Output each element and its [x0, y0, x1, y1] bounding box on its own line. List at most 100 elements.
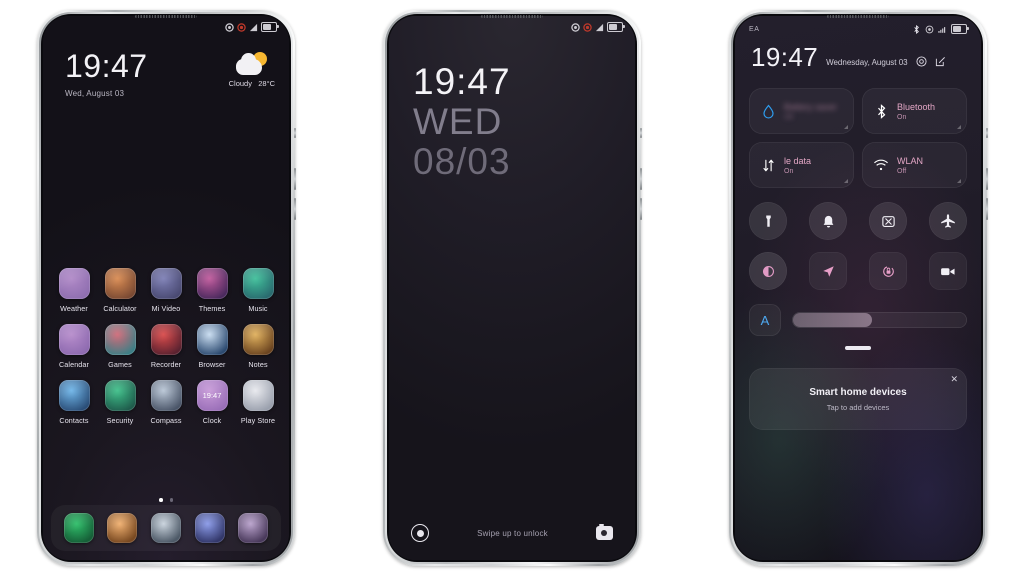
- app-label: Games: [108, 360, 132, 369]
- app-mi-video[interactable]: Mi Video: [145, 268, 187, 313]
- weather-widget[interactable]: Cloudy 28°C: [229, 52, 275, 88]
- app-notes[interactable]: Notes: [237, 324, 279, 369]
- signal-icon: [595, 23, 604, 31]
- drag-handle[interactable]: [845, 346, 871, 350]
- page-dot[interactable]: [159, 498, 163, 502]
- app-browser[interactable]: Browser: [191, 324, 233, 369]
- phone3-earpiece: [827, 15, 889, 18]
- cc-time: 19:47: [751, 42, 819, 72]
- smart-home-card[interactable]: ✕ Smart home devices Tap to add devices: [749, 368, 967, 430]
- app-calculator[interactable]: Calculator: [99, 268, 141, 313]
- phone1-button-2[interactable]: [294, 168, 296, 190]
- app-label: Calculator: [103, 304, 137, 313]
- home-clock-time: 19:47: [65, 48, 148, 84]
- playstore-icon: [242, 380, 274, 411]
- camera-icon[interactable]: [238, 513, 269, 543]
- contacts-icon: [58, 380, 90, 411]
- bell-icon[interactable]: [809, 202, 847, 240]
- phone3-button-2[interactable]: [986, 168, 988, 190]
- tile-name: le data: [784, 155, 812, 166]
- wifi-icon: [873, 158, 889, 172]
- rotation-lock-icon[interactable]: [869, 252, 907, 290]
- app-label: Music: [248, 304, 268, 313]
- screen-record-icon[interactable]: [929, 252, 967, 290]
- home-screen-wallpaper: 19:47 Wed, August 03 Cloudy 28°C Weather…: [43, 16, 289, 560]
- home-clock-date: Wed, August 03: [65, 89, 125, 98]
- tile-bluetooth[interactable]: Bluetooth On: [862, 88, 967, 134]
- lock-date: 08/03: [413, 141, 511, 182]
- messages-icon[interactable]: [194, 513, 225, 543]
- tile-name: Bluetooth: [897, 101, 936, 112]
- edit-icon[interactable]: [935, 56, 946, 67]
- page-dot[interactable]: [169, 498, 173, 502]
- phone2-button-3[interactable]: [640, 198, 642, 220]
- partly-cloudy-icon: [235, 52, 269, 76]
- mobile-data-icon: [760, 158, 776, 173]
- settings-icon[interactable]: [916, 56, 927, 67]
- cast-icon[interactable]: [869, 202, 907, 240]
- app-recorder[interactable]: Recorder: [145, 324, 187, 369]
- tile-expand-corner[interactable]: [957, 125, 961, 129]
- tile-le-data[interactable]: le data On: [749, 142, 854, 188]
- weather-condition: Cloudy: [228, 79, 252, 88]
- tile-expand-corner[interactable]: [844, 125, 848, 129]
- phone1-earpiece: [135, 15, 197, 18]
- app-compass[interactable]: Compass: [145, 380, 187, 425]
- phone-control-center: EA 19:47 Wednesday, August 03 Battery sa…: [729, 10, 988, 566]
- quick-toggle-icons: [749, 202, 967, 302]
- recorder-icon: [150, 324, 182, 355]
- tile-status: On: [897, 113, 907, 121]
- notes-icon: [242, 324, 274, 355]
- app-security[interactable]: Security: [99, 380, 141, 425]
- phone3-button-1[interactable]: [986, 128, 988, 138]
- app-games[interactable]: Games: [99, 324, 141, 369]
- app-label: Contacts: [59, 416, 89, 425]
- gallery-icon[interactable]: [107, 513, 138, 543]
- tile-status: Off: [897, 167, 907, 175]
- toggle-row-2: [749, 252, 967, 290]
- app-play-store[interactable]: Play Store: [237, 380, 279, 425]
- phone1-button-3[interactable]: [294, 198, 296, 220]
- dark-mode-icon[interactable]: [749, 252, 787, 290]
- smart-home-subtitle: Tap to add devices: [826, 402, 890, 412]
- fingerprint-icon[interactable]: [411, 524, 429, 542]
- auto-brightness-button[interactable]: A: [749, 304, 781, 336]
- carrier-label: EA: [749, 25, 760, 33]
- app-weather[interactable]: Weather: [53, 268, 95, 313]
- app-themes[interactable]: Themes: [191, 268, 233, 313]
- weather-icon: [58, 268, 90, 299]
- battery-icon: [951, 24, 969, 34]
- home-clock-block: 19:47 Wed, August 03: [65, 50, 148, 98]
- app-label: Themes: [198, 304, 226, 313]
- camera-icon[interactable]: [595, 524, 613, 540]
- phone1-screen: 19:47 Wed, August 03 Cloudy 28°C Weather…: [43, 16, 289, 560]
- dot-icon: [225, 22, 234, 32]
- close-icon[interactable]: ✕: [950, 375, 958, 384]
- tile-expand-corner[interactable]: [844, 179, 848, 183]
- phone2-button-1[interactable]: [640, 128, 642, 138]
- phone-icon[interactable]: [63, 513, 94, 543]
- calendar-icon: [58, 324, 90, 355]
- app-music[interactable]: Music: [237, 268, 279, 313]
- phone3-button-3[interactable]: [986, 198, 988, 220]
- location-icon[interactable]: [809, 252, 847, 290]
- phone1-button-1[interactable]: [294, 128, 296, 138]
- tile-expand-corner[interactable]: [957, 179, 961, 183]
- record-icon: [237, 22, 246, 32]
- airplane-icon[interactable]: [929, 202, 967, 240]
- tile-obscured-0[interactable]: Battery saver Off: [749, 88, 854, 134]
- control-center-header: 19:47 Wednesday, August 03: [751, 44, 967, 70]
- battery-icon: [261, 22, 279, 32]
- app-calendar[interactable]: Calendar: [53, 324, 95, 369]
- lock-time: 19:47: [413, 61, 511, 102]
- brightness-slider[interactable]: [792, 312, 967, 328]
- tile-wlan[interactable]: WLAN Off: [862, 142, 967, 188]
- phone2-earpiece: [481, 15, 543, 18]
- miapps-icon[interactable]: [150, 513, 181, 543]
- app-clock[interactable]: 19:47 Clock: [191, 380, 233, 425]
- home-clock-widget[interactable]: 19:47 Wed, August 03 Cloudy 28°C: [65, 50, 275, 98]
- flashlight-icon[interactable]: [749, 202, 787, 240]
- app-contacts[interactable]: Contacts: [53, 380, 95, 425]
- phone2-button-2[interactable]: [640, 168, 642, 190]
- lock-screen-wallpaper: 19:47 WED 08/03 Swipe up to unlock: [389, 16, 635, 560]
